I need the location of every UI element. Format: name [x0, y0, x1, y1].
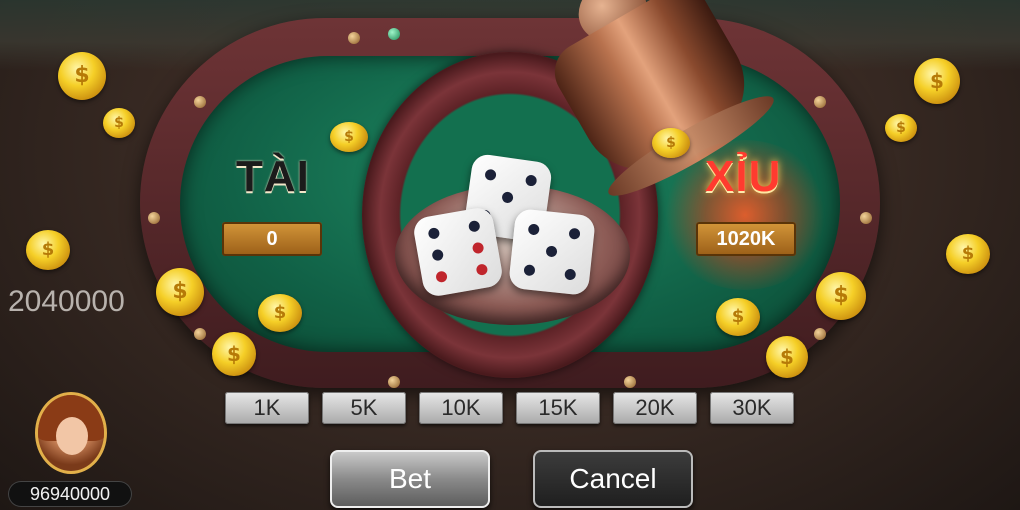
- chip-button[interactable]: 15K: [516, 392, 600, 424]
- die-pip: [431, 248, 445, 262]
- gold-coin-icon: $: [330, 122, 368, 152]
- gold-coin-icon: $: [156, 268, 204, 316]
- die-pip: [545, 245, 558, 258]
- avatar-face: [56, 417, 88, 455]
- gold-coin-icon: $: [716, 298, 760, 336]
- gold-coin-icon: $: [58, 52, 106, 100]
- die-pip: [435, 270, 448, 284]
- die-pip: [484, 168, 497, 182]
- rivet: [814, 328, 826, 340]
- chip-button[interactable]: 20K: [613, 392, 697, 424]
- die-pip: [427, 227, 441, 240]
- rivet: [624, 376, 636, 388]
- tai-title[interactable]: TÀI: [236, 152, 310, 202]
- gold-coin-icon: $: [103, 108, 135, 138]
- rivet: [814, 96, 826, 108]
- gold-coin-icon: $: [885, 114, 917, 142]
- die-pip: [467, 219, 481, 233]
- rivet: [194, 328, 206, 340]
- die-pip: [527, 223, 540, 236]
- cancel-button[interactable]: Cancel: [533, 450, 693, 508]
- die-pip: [524, 174, 538, 187]
- die-pip: [568, 227, 581, 240]
- rivet: [388, 28, 400, 40]
- chip-button[interactable]: 10K: [419, 392, 503, 424]
- die-6: [411, 205, 505, 299]
- chip-button[interactable]: 30K: [710, 392, 794, 424]
- rivet: [388, 376, 400, 388]
- pot-amount: 2040000: [8, 285, 125, 318]
- xiu-title[interactable]: XỈU: [705, 152, 781, 202]
- die-pip: [523, 264, 536, 277]
- rivet: [194, 96, 206, 108]
- rivet: [348, 32, 360, 44]
- chip-selector: 1K 5K 10K 15K 20K 30K: [225, 392, 794, 424]
- die-pip: [471, 241, 485, 255]
- xiu-total[interactable]: 1020K: [696, 222, 796, 256]
- gold-coin-icon: $: [652, 128, 690, 158]
- rivet: [860, 212, 872, 224]
- die-pip: [475, 263, 489, 276]
- gold-coin-icon: $: [766, 336, 808, 378]
- chip-button[interactable]: 1K: [225, 392, 309, 424]
- gold-coin-icon: $: [258, 294, 302, 332]
- die-5: [508, 208, 596, 296]
- player-avatar[interactable]: [35, 392, 107, 474]
- chip-button[interactable]: 5K: [322, 392, 406, 424]
- gold-coin-icon: $: [946, 234, 990, 274]
- die-pip: [564, 268, 577, 281]
- gold-coin-icon: $: [212, 332, 256, 376]
- gold-coin-icon: $: [914, 58, 960, 104]
- rivet: [148, 212, 160, 224]
- gold-coin-icon: $: [26, 230, 70, 270]
- die-pip: [501, 191, 514, 204]
- gold-coin-icon: $: [816, 272, 866, 320]
- tai-total[interactable]: 0: [222, 222, 322, 256]
- player-balance: 96940000: [8, 481, 132, 507]
- bet-button[interactable]: Bet: [330, 450, 490, 508]
